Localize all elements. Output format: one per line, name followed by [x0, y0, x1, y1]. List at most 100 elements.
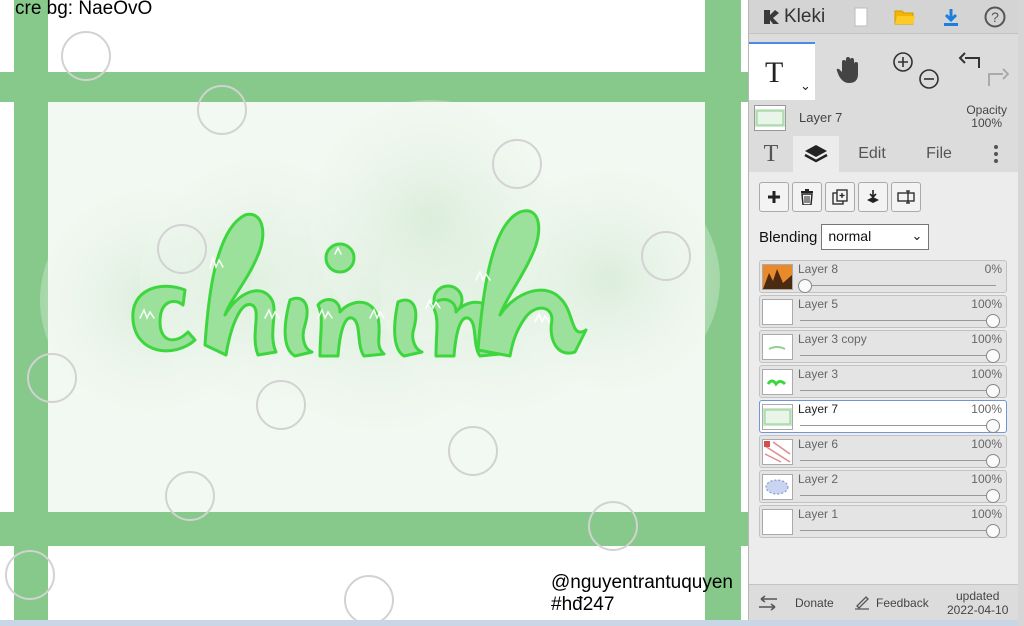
- layers-icon: [804, 145, 828, 163]
- layer-name: Layer 3: [798, 367, 839, 381]
- delete-layer-button[interactable]: [792, 182, 822, 212]
- updated-date: updated 2022-04-10: [947, 585, 1008, 621]
- tool-row: T ⌄: [749, 42, 1019, 100]
- undo-icon: [958, 52, 980, 68]
- active-layer-name: Layer 7: [799, 110, 843, 125]
- artist-watermark: @nguyentrantuquyen #hđ247: [551, 572, 733, 616]
- layer-name: Layer 6: [798, 437, 839, 451]
- kleki-app: cre bg: NaeOvO @nguyentrantuquyen #hđ247…: [0, 0, 1024, 626]
- opacity-slider-handle[interactable]: [986, 384, 1000, 398]
- rename-layer-button[interactable]: [891, 182, 921, 212]
- help-icon: ?: [984, 6, 1006, 28]
- history-controls[interactable]: [957, 50, 1009, 92]
- opacity-slider-track: [800, 390, 996, 391]
- opacity-slider-track: [800, 460, 996, 461]
- redo-icon: [988, 68, 1009, 86]
- download-button[interactable]: [937, 4, 965, 30]
- opacity-slider-track: [800, 495, 996, 496]
- svg-text:?: ?: [991, 9, 999, 25]
- merge-down-button[interactable]: [858, 182, 888, 212]
- layer-row-selected[interactable]: Layer 7 100%: [759, 400, 1007, 433]
- layer-row[interactable]: Layer 2 100%: [759, 470, 1007, 503]
- feedback-link[interactable]: Feedback: [853, 585, 929, 621]
- watermark-tag: #hđ247: [551, 594, 615, 615]
- text-tool-button[interactable]: T ⌄: [749, 42, 815, 100]
- layer-row[interactable]: Layer 6 100%: [759, 435, 1007, 468]
- opacity-slider-handle[interactable]: [986, 419, 1000, 433]
- active-layer-opacity: Opacity 100%: [966, 104, 1007, 130]
- opacity-slider-handle[interactable]: [986, 349, 1000, 363]
- layer-name: Layer 8: [798, 262, 839, 276]
- opacity-slider-track: [800, 425, 996, 426]
- tab-file[interactable]: File: [911, 136, 967, 172]
- opacity-slider-handle[interactable]: [986, 454, 1000, 468]
- blending-select[interactable]: normal ⌄: [821, 224, 930, 250]
- opacity-value: 100%: [971, 116, 1002, 130]
- opacity-slider-handle[interactable]: [986, 489, 1000, 503]
- layer-actions: [759, 182, 921, 212]
- layer-name: Layer 3 copy: [798, 332, 867, 346]
- open-file-button[interactable]: [891, 4, 919, 30]
- rename-layer-icon: [897, 190, 915, 204]
- tab-text[interactable]: T: [749, 136, 793, 172]
- layer-row[interactable]: Layer 8 0%: [759, 260, 1007, 293]
- layer-list: Layer 8 0% Layer 5 100% Layer 3 copy 100…: [759, 260, 1007, 540]
- zoom-controls[interactable]: [889, 50, 943, 92]
- layer-opacity: 0%: [984, 262, 1002, 276]
- opacity-slider-handle[interactable]: [986, 524, 1000, 538]
- active-layer-info: Layer 7 Opacity 100%: [749, 100, 1019, 136]
- duplicate-layer-button[interactable]: [825, 182, 855, 212]
- canvas-artwork: [0, 0, 748, 620]
- opacity-slider-handle[interactable]: [798, 279, 812, 293]
- panel-tabs: T Edit File: [749, 136, 1019, 172]
- blending-label: Blending: [759, 228, 818, 246]
- donate-link[interactable]: Donate: [795, 585, 834, 621]
- opacity-slider-handle[interactable]: [986, 314, 1000, 328]
- layer-thumbnail: [762, 299, 793, 325]
- tab-edit[interactable]: Edit: [845, 136, 899, 172]
- tab-layers[interactable]: [793, 136, 839, 172]
- layer-row[interactable]: Layer 3 copy 100%: [759, 330, 1007, 363]
- layer-thumbnail: [762, 474, 793, 500]
- os-taskbar-strip: [0, 620, 1018, 626]
- drawing-canvas[interactable]: cre bg: NaeOvO @nguyentrantuquyen #hđ247: [0, 0, 748, 620]
- swap-arrows-icon: [759, 595, 777, 611]
- zoom-in-icon: [893, 52, 913, 72]
- layer-name: Layer 2: [798, 472, 839, 486]
- layer-row[interactable]: Layer 3 100%: [759, 365, 1007, 398]
- layer-thumbnail: [762, 404, 793, 430]
- hand-tool-icon[interactable]: [833, 54, 865, 86]
- more-menu-button[interactable]: [983, 136, 1009, 172]
- bottom-bar: Donate Feedback updated 2022-04-10: [749, 584, 1019, 620]
- chevron-down-icon[interactable]: ⌄: [800, 78, 811, 94]
- kleki-logo-icon: [764, 10, 779, 24]
- layer-opacity: 100%: [971, 507, 1002, 521]
- layer-row[interactable]: Layer 5 100%: [759, 295, 1007, 328]
- blending-control: Blending normal ⌄: [759, 224, 930, 250]
- layer-name: Layer 5: [798, 297, 839, 311]
- app-name: Kleki: [784, 6, 826, 27]
- add-layer-button[interactable]: [759, 182, 789, 212]
- swap-sides-button[interactable]: [757, 585, 779, 621]
- layer-opacity: 100%: [971, 367, 1002, 381]
- layer-row[interactable]: Layer 1 100%: [759, 505, 1007, 538]
- delete-layer-icon: [801, 189, 813, 205]
- updated-label: updated: [956, 589, 1000, 603]
- layer-opacity: 100%: [971, 437, 1002, 451]
- merge-down-icon: [867, 190, 879, 203]
- layers-panel: Blending normal ⌄ Layer 8 0% Layer 5 100…: [749, 172, 1019, 584]
- layer-thumbnail: [762, 369, 793, 395]
- layer-opacity: 100%: [971, 297, 1002, 311]
- active-layer-thumbnail: [754, 105, 786, 131]
- opacity-slider-track: [800, 285, 996, 286]
- help-button[interactable]: ?: [981, 4, 1009, 30]
- add-layer-icon: [768, 191, 780, 203]
- layer-name: Layer 7: [798, 402, 839, 416]
- feedback-pen-icon: [855, 596, 869, 610]
- window-edge: [1018, 0, 1024, 626]
- new-image-button[interactable]: [847, 4, 875, 30]
- kleki-logo[interactable]: Kleki: [761, 5, 825, 29]
- duplicate-layer-icon: [832, 189, 848, 205]
- more-vertical-icon: [994, 145, 998, 163]
- layer-thumbnail: [762, 509, 793, 535]
